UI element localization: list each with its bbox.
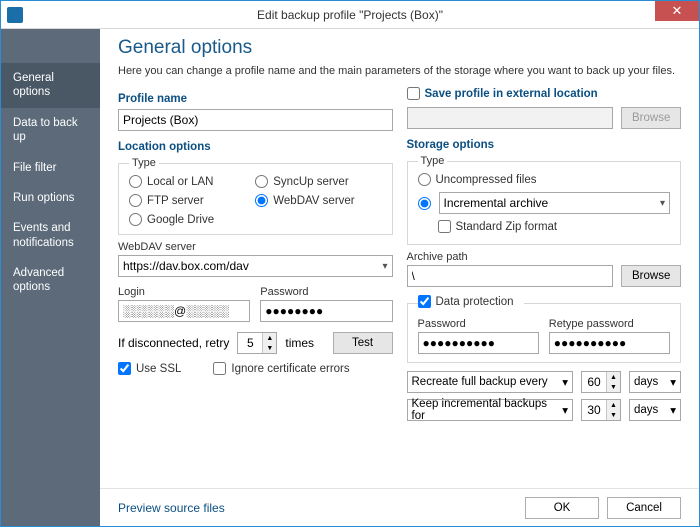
titlebar[interactable]: Edit backup profile "Projects (Box)" ✕ — [1, 1, 699, 29]
retry-suffix: times — [285, 336, 314, 350]
sidebar: General options Data to back up File fil… — [1, 29, 100, 526]
ignore-cert-checkbox[interactable]: Ignore certificate errors — [213, 362, 349, 375]
incremental-combo[interactable]: Incremental archive ▾ — [439, 192, 671, 214]
chevron-down-icon: ▾ — [562, 375, 568, 389]
recreate-value[interactable] — [582, 372, 606, 392]
dp-retype-input[interactable] — [549, 332, 670, 354]
app-icon — [7, 7, 23, 23]
spinner-down-icon[interactable]: ▼ — [263, 343, 276, 353]
retry-spinner[interactable]: ▲▼ — [237, 332, 277, 354]
sidebar-item-general-options[interactable]: General options — [1, 63, 100, 108]
recreate-select[interactable]: Recreate full backup every ▾ — [407, 371, 574, 393]
save-profile-browse-button: Browse — [621, 107, 681, 129]
page-description: Here you can change a profile name and t… — [118, 65, 681, 77]
standard-zip-checkbox[interactable]: Standard Zip format — [438, 220, 558, 233]
keep-spinner[interactable]: ▲▼ — [581, 399, 621, 421]
login-input[interactable] — [118, 300, 250, 322]
retry-prefix: If disconnected, retry — [118, 336, 229, 350]
window-title: Edit backup profile "Projects (Box)" — [1, 8, 699, 22]
location-options-label: Location options — [118, 141, 393, 153]
data-protection-fieldset: Data protection Password Retype password — [407, 295, 682, 363]
radio-syncup[interactable]: SyncUp server — [255, 175, 371, 188]
archive-path-label: Archive path — [407, 251, 682, 263]
profile-name-input[interactable] — [118, 109, 393, 131]
location-type-fieldset: Type Local or LAN SyncUp server FTP serv… — [118, 157, 393, 235]
sidebar-item-file-filter[interactable]: File filter — [1, 153, 100, 183]
chevron-down-icon: ▾ — [382, 261, 387, 272]
keep-value[interactable] — [582, 400, 606, 420]
preview-source-files-link[interactable]: Preview source files — [118, 501, 225, 515]
radio-local-lan[interactable]: Local or LAN — [129, 175, 245, 188]
sidebar-item-data-to-back-up[interactable]: Data to back up — [1, 108, 100, 153]
data-protection-checkbox[interactable]: Data protection — [418, 295, 514, 308]
close-button[interactable]: ✕ — [655, 1, 699, 21]
footer: Preview source files OK Cancel — [100, 488, 699, 526]
test-button[interactable]: Test — [333, 332, 393, 354]
save-profile-external-checkbox[interactable]: Save profile in external location — [407, 87, 598, 100]
use-ssl-checkbox[interactable]: Use SSL — [118, 362, 181, 375]
spinner-down-icon[interactable]: ▼ — [607, 382, 620, 392]
recreate-unit-select[interactable]: days ▾ — [629, 371, 681, 393]
sidebar-item-events-notifications[interactable]: Events and notifications — [1, 213, 100, 258]
radio-ftp[interactable]: FTP server — [129, 194, 245, 207]
chevron-down-icon: ▾ — [660, 198, 665, 209]
ok-button[interactable]: OK — [525, 497, 599, 519]
chevron-down-icon: ▾ — [670, 375, 676, 389]
webdav-server-label: WebDAV server — [118, 241, 393, 253]
retry-value[interactable] — [238, 333, 262, 353]
webdav-server-combo[interactable]: https://dav.box.com/dav ▾ — [118, 255, 393, 277]
recreate-spinner[interactable]: ▲▼ — [581, 371, 621, 393]
location-type-legend: Type — [129, 157, 159, 169]
chevron-down-icon: ▾ — [562, 403, 568, 417]
sidebar-item-advanced-options[interactable]: Advanced options — [1, 258, 100, 303]
chevron-down-icon: ▾ — [670, 403, 676, 417]
storage-type-legend: Type — [418, 155, 448, 167]
keep-unit-select[interactable]: days ▾ — [629, 399, 681, 421]
keep-select[interactable]: Keep incremental backups for ▾ — [407, 399, 574, 421]
radio-uncompressed[interactable]: Uncompressed files — [418, 173, 661, 186]
password-input[interactable] — [260, 300, 392, 322]
profile-name-label: Profile name — [118, 93, 393, 105]
login-label: Login — [118, 286, 250, 298]
storage-type-fieldset: Type Uncompressed files Incremental arch… — [407, 155, 682, 245]
sidebar-item-run-options[interactable]: Run options — [1, 183, 100, 213]
dp-password-input[interactable] — [418, 332, 539, 354]
save-profile-path-input — [407, 107, 614, 129]
spinner-up-icon[interactable]: ▲ — [263, 333, 276, 343]
archive-path-input[interactable] — [407, 265, 614, 287]
radio-incremental[interactable] — [418, 197, 431, 210]
storage-options-label: Storage options — [407, 139, 682, 151]
cancel-button[interactable]: Cancel — [607, 497, 681, 519]
radio-google-drive[interactable]: Google Drive — [129, 213, 245, 226]
spinner-up-icon[interactable]: ▲ — [607, 372, 620, 382]
dp-retype-label: Retype password — [549, 318, 670, 330]
spinner-up-icon[interactable]: ▲ — [607, 400, 620, 410]
page-title: General options — [118, 37, 681, 59]
dp-password-label: Password — [418, 318, 539, 330]
archive-browse-button[interactable]: Browse — [621, 265, 681, 287]
password-label: Password — [260, 286, 392, 298]
radio-webdav[interactable]: WebDAV server — [255, 194, 371, 207]
spinner-down-icon[interactable]: ▼ — [607, 410, 620, 420]
